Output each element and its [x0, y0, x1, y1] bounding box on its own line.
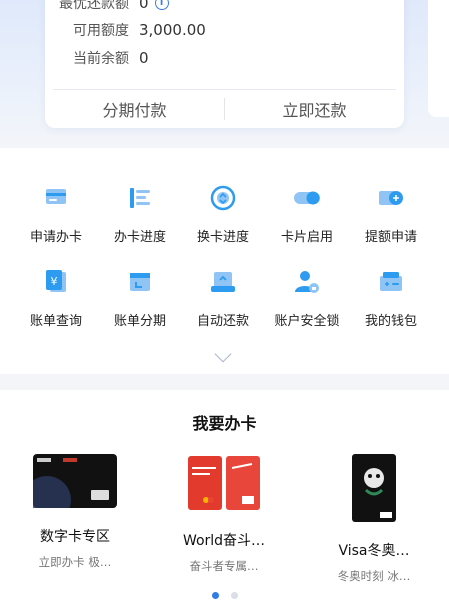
- card-name: World奋斗…: [182, 533, 266, 549]
- info-icon[interactable]: i: [154, 0, 169, 10]
- apply-card-section: 我要办卡 数字卡专区 立即办卡 极… World奋斗… 奋斗者专属… Visa冬…: [0, 390, 449, 600]
- apply-card-icon: [40, 182, 72, 214]
- card-subtitle: 立即办卡 极…: [38, 555, 112, 569]
- service-label: 换卡进度: [196, 230, 249, 245]
- service-label: 提额申请: [364, 230, 417, 245]
- repay-now-button[interactable]: 立即还款: [225, 97, 404, 121]
- installment-icon: [124, 266, 156, 298]
- visa-card-image: [352, 454, 396, 522]
- service-account-lock[interactable]: 账户安全锁: [267, 266, 347, 329]
- available-credit-row: 可用额度 3,000.00: [45, 20, 206, 40]
- service-limit-increase[interactable]: 提额申请: [351, 182, 431, 245]
- account-summary-card: 最优还款额 0 i 可用额度 3,000.00 当前余额 0 分期付款 立即还款: [45, 0, 404, 128]
- service-label: 账单查询: [29, 314, 82, 329]
- service-label: 账单分期: [113, 314, 166, 329]
- available-credit-label: 可用额度: [73, 23, 129, 39]
- service-label: 自动还款: [196, 314, 249, 329]
- service-bill-installment[interactable]: 账单分期: [100, 266, 180, 329]
- available-credit-value: 3,000.00: [139, 21, 206, 39]
- card-subtitle: 冬奥时刻 冰…: [337, 569, 411, 583]
- card-name: 数字卡专区: [40, 529, 110, 545]
- wallet-icon: [375, 266, 407, 298]
- product-card-digital[interactable]: 数字卡专区 立即办卡 极…: [10, 454, 140, 570]
- service-label: 我的钱包: [364, 314, 417, 329]
- min-repayment-label: 最优还款额: [59, 0, 129, 12]
- section-title: 我要办卡: [192, 414, 257, 433]
- service-card-progress[interactable]: 办卡进度: [100, 182, 180, 245]
- service-auto-repay[interactable]: 自动还款: [183, 266, 263, 329]
- current-balance-label: 当前余额: [73, 51, 129, 67]
- service-label: 申请办卡: [29, 230, 82, 245]
- service-apply-card[interactable]: 申请办卡: [16, 182, 96, 245]
- world-card-image: [182, 454, 266, 512]
- toggle-icon: [291, 182, 323, 214]
- service-label: 卡片启用: [280, 230, 333, 245]
- service-grid: 申请办卡 办卡进度 换卡进度 卡片启用 提额申请 ¥ 账单查询 账单分期 自动还…: [0, 148, 449, 374]
- bill-query-icon: ¥: [40, 266, 72, 298]
- product-card-world[interactable]: World奋斗… 奋斗者专属…: [159, 454, 289, 574]
- service-bill-query[interactable]: ¥ 账单查询: [16, 266, 96, 329]
- service-replace-progress[interactable]: 换卡进度: [183, 182, 263, 245]
- service-label: 办卡进度: [113, 230, 166, 245]
- carousel-dot-2[interactable]: [230, 592, 238, 599]
- progress-bars-icon: [124, 182, 156, 214]
- next-account-card-peek[interactable]: [428, 0, 449, 117]
- service-my-wallet[interactable]: 我的钱包: [351, 266, 431, 329]
- account-actions: 分期付款 立即还款: [45, 90, 404, 128]
- min-repayment-value: 0: [139, 0, 149, 12]
- min-repayment-row: 最优还款额 0 i: [45, 0, 169, 13]
- card-name: Visa冬奥…: [338, 543, 410, 559]
- digital-card-image: [23, 454, 117, 524]
- user-lock-icon: [291, 266, 323, 298]
- current-balance-row: 当前余额 0: [45, 48, 149, 68]
- limit-increase-icon: [375, 182, 407, 214]
- product-card-visa[interactable]: Visa冬奥… 冬奥时刻 冰…: [309, 454, 439, 584]
- svg-text:¥: ¥: [51, 275, 58, 288]
- auto-repay-icon: [207, 266, 239, 298]
- card-subtitle: 奋斗者专属…: [189, 559, 259, 573]
- service-card-activation[interactable]: 卡片启用: [267, 182, 347, 245]
- installment-payment-button[interactable]: 分期付款: [45, 97, 224, 121]
- replace-card-icon: [207, 182, 239, 214]
- current-balance-value: 0: [139, 49, 149, 67]
- carousel-dot-1[interactable]: [211, 592, 219, 599]
- chevron-down-icon[interactable]: [214, 345, 232, 363]
- service-label: 账户安全锁: [274, 314, 340, 329]
- carousel-pagination: [0, 592, 449, 599]
